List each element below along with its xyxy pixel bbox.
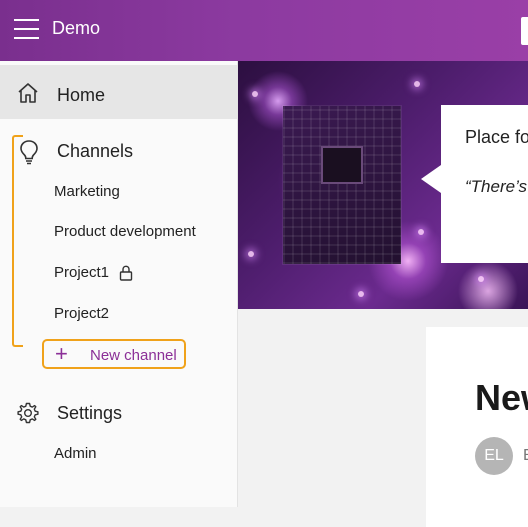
hero-text-card: Place fo “There’s	[421, 105, 528, 263]
channel-item-project1[interactable]: Project1	[54, 264, 133, 281]
hero-light-dot	[418, 229, 424, 235]
avatar: EL	[475, 437, 513, 475]
home-icon	[18, 83, 38, 103]
author-name: E	[523, 447, 528, 465]
chip-icon	[321, 146, 363, 184]
channel-item-product-development[interactable]: Product development	[54, 223, 196, 240]
plus-icon: +	[55, 341, 68, 366]
new-channel-button[interactable]: + New channel	[42, 339, 186, 369]
gear-icon	[17, 402, 39, 424]
channel-item-marketing[interactable]: Marketing	[54, 183, 120, 200]
channel-item-project2[interactable]: Project2	[54, 305, 109, 322]
hero-light-dot	[252, 91, 258, 97]
lock-icon	[120, 265, 133, 281]
hero-banner: Place fo “There’s	[238, 61, 528, 309]
settings-item-admin[interactable]: Admin	[54, 445, 97, 462]
header-action-button[interactable]	[521, 17, 528, 45]
top-header-bar: Demo	[0, 0, 528, 61]
hero-card-quote: “There’s	[465, 177, 528, 196]
hero-light-dot	[414, 81, 420, 87]
new-channel-label: New channel	[90, 347, 177, 364]
hero-light-dot	[248, 251, 254, 257]
hero-card-pointer	[421, 165, 441, 193]
news-card-title: New	[475, 377, 528, 418]
lightbulb-icon	[20, 140, 38, 165]
channel-item-project1-label: Project1	[54, 264, 110, 281]
hero-card-title: Place fo	[465, 127, 528, 147]
news-card[interactable]: New EL E	[426, 327, 528, 527]
sidebar-item-channels[interactable]: Channels	[0, 135, 237, 169]
app-title: Demo	[52, 18, 101, 38]
hamburger-menu-icon[interactable]	[14, 19, 39, 39]
hero-circuit-image	[283, 106, 401, 264]
sidebar-item-home-label: Home	[57, 85, 106, 105]
sidebar-item-home[interactable]: Home	[0, 65, 237, 119]
sidebar: Home Channels Marketing Product developm…	[0, 61, 238, 507]
hero-light-dot	[358, 291, 364, 297]
sidebar-item-channels-label: Channels	[57, 141, 134, 161]
sidebar-item-settings[interactable]: Settings	[0, 397, 237, 431]
sidebar-item-settings-label: Settings	[57, 403, 123, 423]
hero-light-dot	[478, 276, 484, 282]
